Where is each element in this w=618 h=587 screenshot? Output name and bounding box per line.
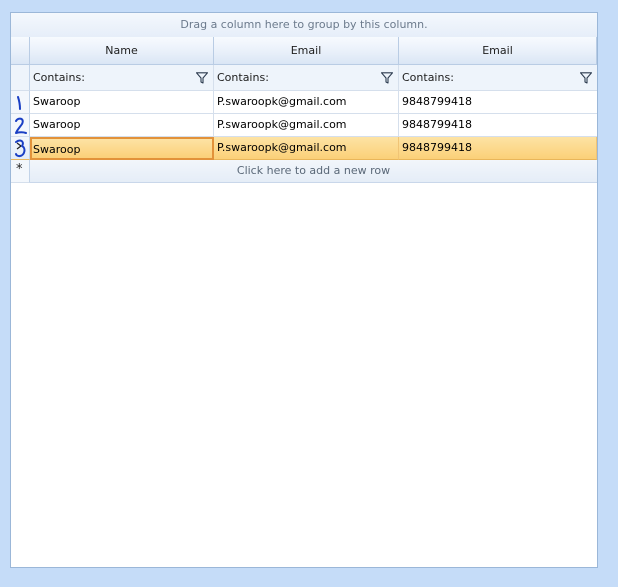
column-header-email-2[interactable]: Email xyxy=(399,37,597,65)
row-indicator[interactable]: 3 xyxy=(11,137,30,160)
add-new-row[interactable]: * Click here to add a new row xyxy=(11,160,597,183)
current-row-arrow-icon xyxy=(15,139,26,158)
cell-text: Swaroop xyxy=(33,118,81,131)
data-grid: Drag a column here to group by this colu… xyxy=(10,12,598,568)
filter-row: Contains: Contains: Contains: xyxy=(11,65,597,91)
cell-name-current[interactable]: Swaroop xyxy=(30,137,214,160)
row-indicator[interactable]: 1 xyxy=(11,91,30,114)
cell-text: Swaroop xyxy=(33,143,81,156)
handwritten-marker xyxy=(17,96,21,110)
cell-email[interactable]: P.swaroopk@gmail.com xyxy=(214,137,399,160)
cell-text: 9848799418 xyxy=(402,95,472,108)
filter-funnel-icon[interactable] xyxy=(381,72,393,84)
new-row-indicator: * xyxy=(11,160,30,183)
cell-text: 9848799418 xyxy=(402,118,472,131)
cell-text: 9848799418 xyxy=(402,141,472,154)
cell-name[interactable]: Swaroop xyxy=(30,91,214,114)
filter-funnel-icon[interactable] xyxy=(580,72,592,84)
cell-text: Swaroop xyxy=(33,95,81,108)
table-row-selected[interactable]: 3 Swaroop P.swaroopk@gmail.com 984879941… xyxy=(11,137,597,160)
row-indicator[interactable]: 2 xyxy=(11,114,30,137)
header-indicator-cell xyxy=(11,37,30,65)
add-new-row-button[interactable]: Click here to add a new row xyxy=(30,160,597,183)
table-row[interactable]: 2 Swaroop P.swaroopk@gmail.com 984879941… xyxy=(11,114,597,137)
filter-operator-label: Contains: xyxy=(33,71,85,84)
table-row[interactable]: 1 Swaroop P.swaroopk@gmail.com 984879941… xyxy=(11,91,597,114)
filter-operator-label: Contains: xyxy=(217,71,269,84)
cell-text: P.swaroopk@gmail.com xyxy=(217,118,347,131)
filter-operator-label: Contains: xyxy=(402,71,454,84)
column-header-name[interactable]: Name xyxy=(30,37,214,65)
cell-text: P.swaroopk@gmail.com xyxy=(217,95,347,108)
cell-text: P.swaroopk@gmail.com xyxy=(217,141,347,154)
filter-cell-email-2[interactable]: Contains: xyxy=(399,65,597,91)
filter-funnel-icon[interactable] xyxy=(196,72,208,84)
column-header-email[interactable]: Email xyxy=(214,37,399,65)
cell-email[interactable]: P.swaroopk@gmail.com xyxy=(214,91,399,114)
handwritten-marker xyxy=(15,117,27,134)
cell-email-2[interactable]: 9848799418 xyxy=(399,114,597,137)
group-by-panel[interactable]: Drag a column here to group by this colu… xyxy=(11,13,597,38)
new-row-star-icon: * xyxy=(16,162,23,177)
cell-name[interactable]: Swaroop xyxy=(30,114,214,137)
column-header-row: Name Email Email xyxy=(11,37,597,65)
cell-email-2[interactable]: 9848799418 xyxy=(399,137,597,160)
filter-cell-email[interactable]: Contains: xyxy=(214,65,399,91)
cell-email-2[interactable]: 9848799418 xyxy=(399,91,597,114)
cell-email[interactable]: P.swaroopk@gmail.com xyxy=(214,114,399,137)
filter-indicator-cell xyxy=(11,65,30,91)
filter-cell-name[interactable]: Contains: xyxy=(30,65,214,91)
